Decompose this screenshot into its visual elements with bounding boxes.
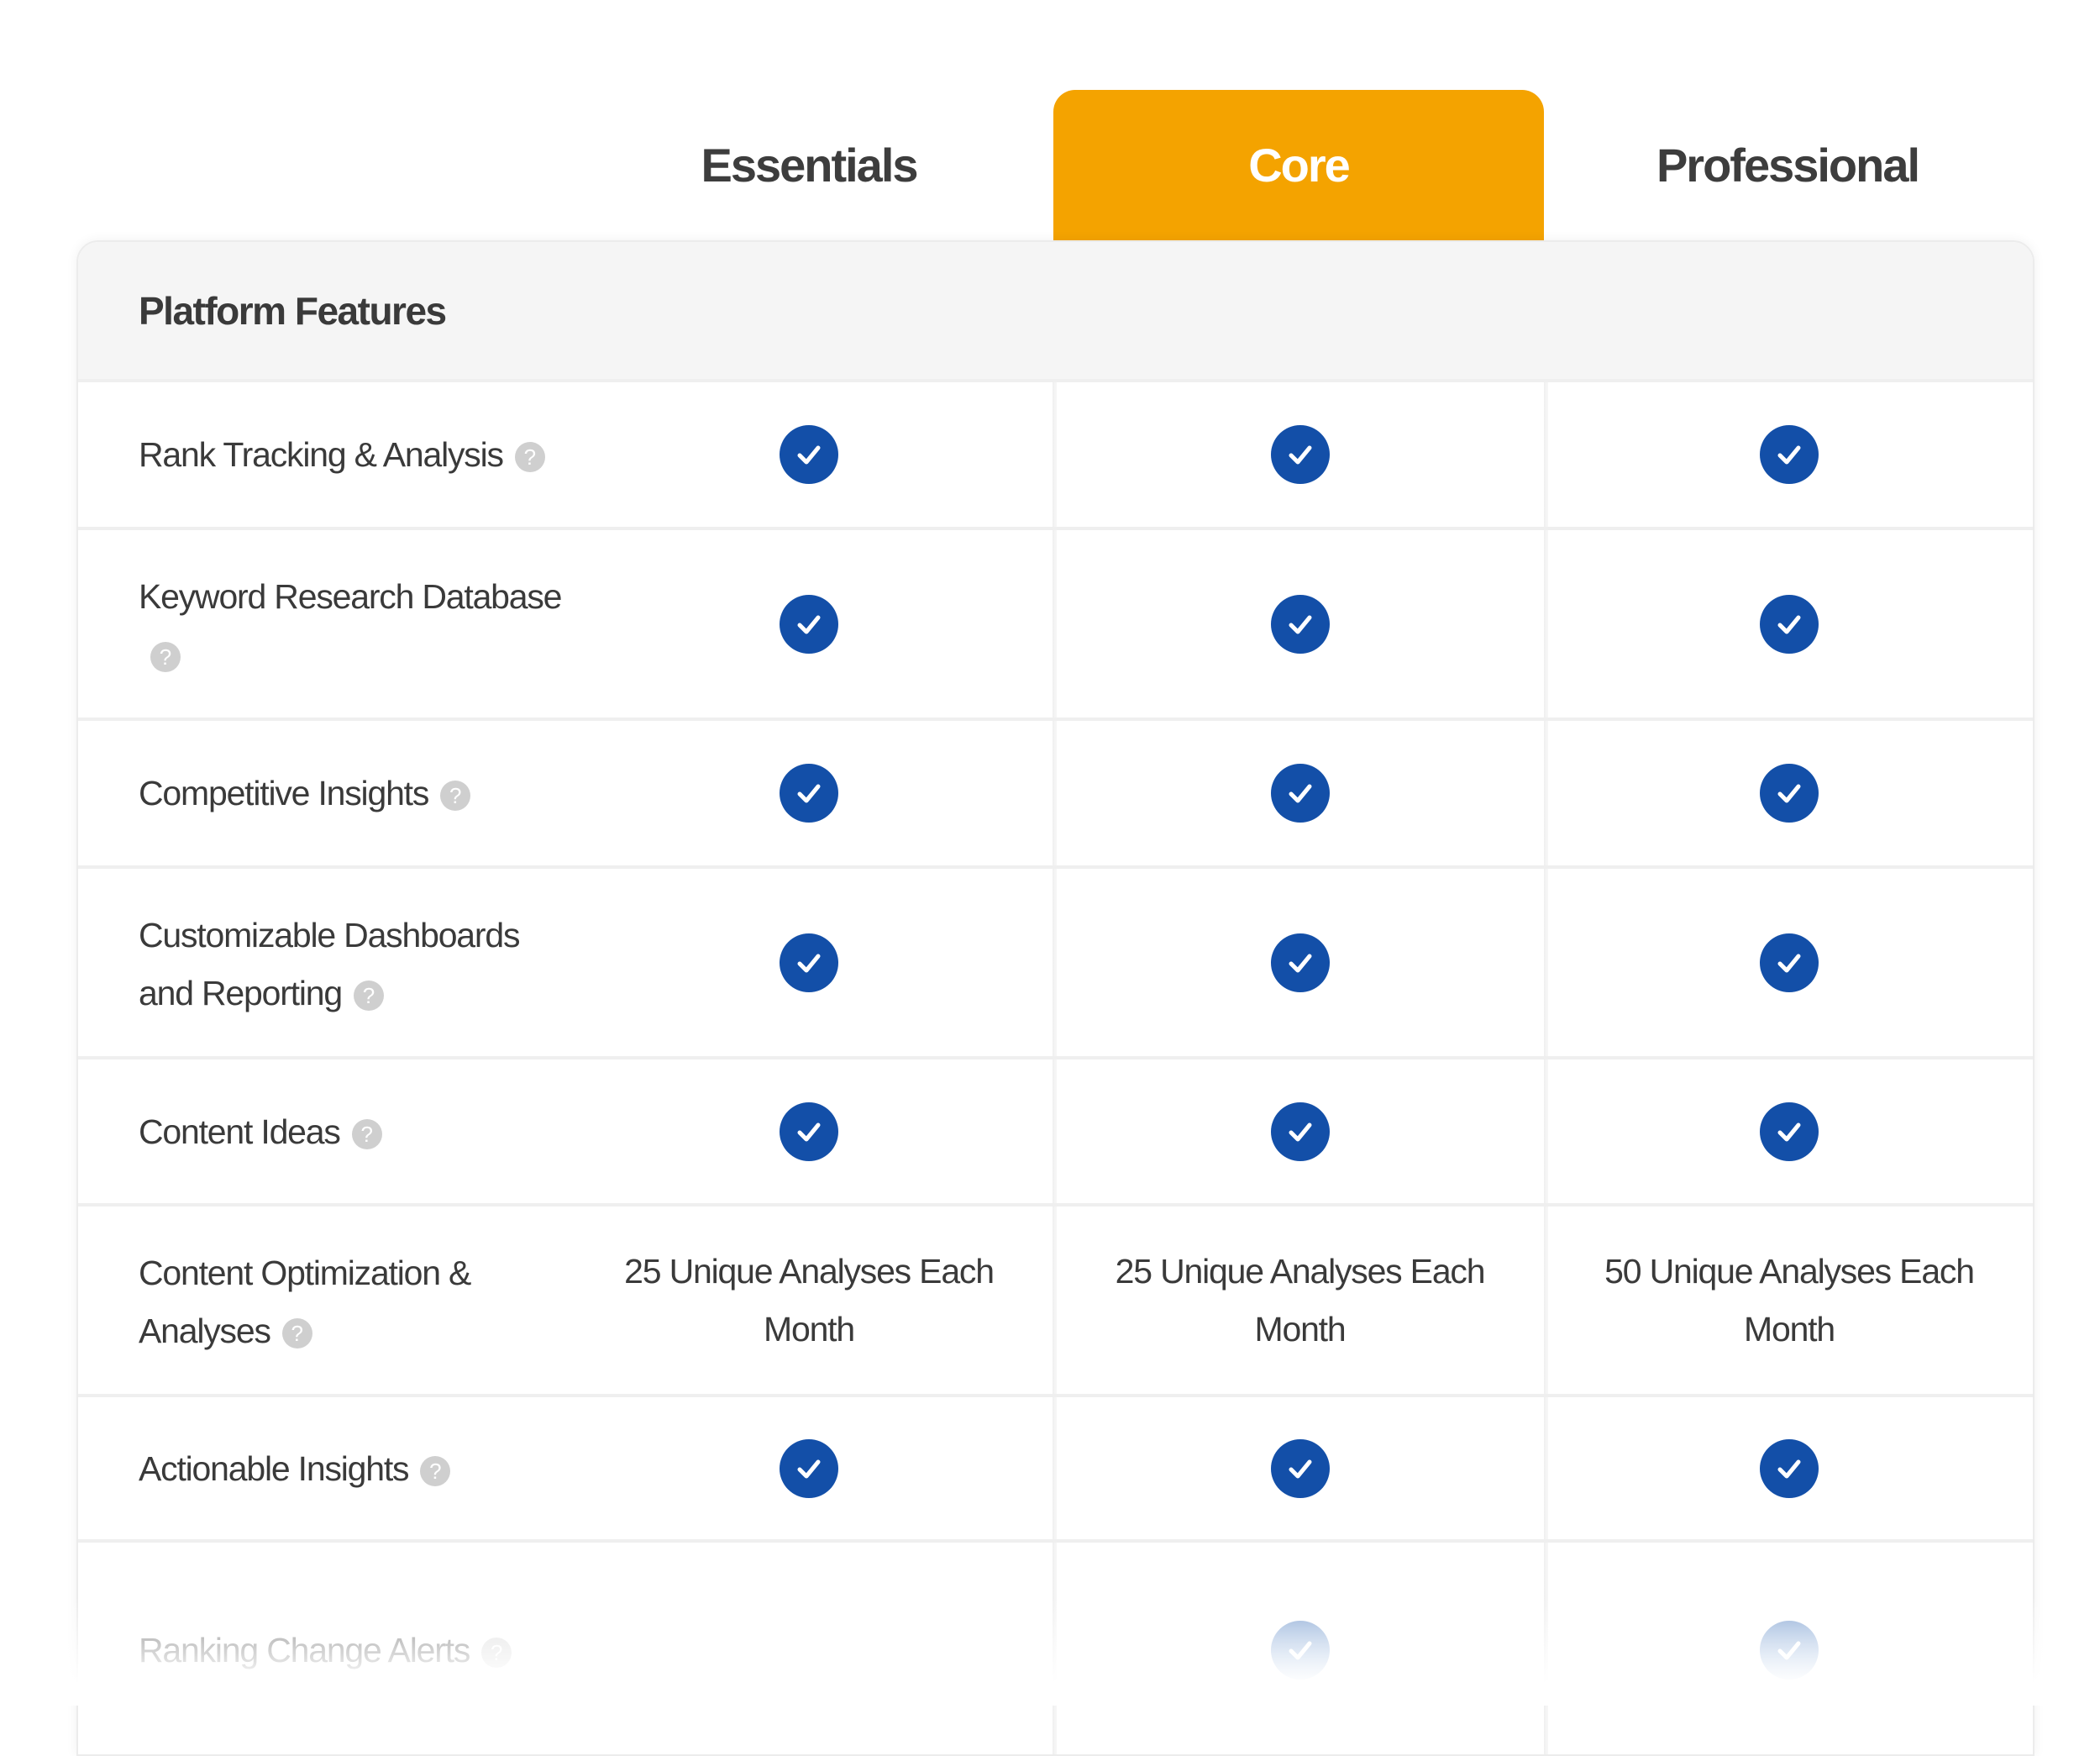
plan-header-professional: Professional bbox=[1656, 139, 1920, 192]
check-icon bbox=[1270, 764, 1330, 823]
bottom-fade bbox=[0, 1596, 2100, 1706]
plan-cell-professional bbox=[1546, 382, 2033, 527]
check-icon bbox=[1270, 933, 1330, 992]
plan-cell-essentials bbox=[565, 530, 1053, 718]
feature-comparison-table: Platform Features Rank Tracking & Analys… bbox=[76, 240, 2034, 1756]
check-icon bbox=[1270, 594, 1330, 654]
feature-row: Actionable Insights? bbox=[78, 1397, 2033, 1543]
help-icon[interactable]: ? bbox=[281, 1317, 312, 1349]
feature-label: Content Optimization & Analyses? bbox=[139, 1244, 500, 1360]
feature-label-text: Keyword Research Database bbox=[139, 576, 562, 616]
plan-cell-essentials bbox=[565, 1059, 1053, 1203]
check-icon bbox=[780, 594, 838, 654]
plan-cell-professional bbox=[1546, 1397, 2033, 1539]
feature-row: Content Ideas? bbox=[78, 1059, 2033, 1207]
feature-label-text: Content Ideas bbox=[139, 1112, 341, 1151]
check-icon bbox=[780, 933, 838, 992]
check-icon bbox=[780, 1101, 838, 1161]
check-icon bbox=[1760, 425, 1819, 484]
check-icon bbox=[780, 764, 838, 823]
plan-value-text: 50 Unique Analyses Each Month bbox=[1604, 1251, 1975, 1349]
feature-label-text: Rank Tracking & Analysis bbox=[139, 435, 504, 474]
plan-cell-core bbox=[1054, 869, 1546, 1056]
feature-label-text: Actionable Insights bbox=[139, 1448, 410, 1488]
plan-value-text: 25 Unique Analyses Each Month bbox=[1115, 1251, 1486, 1349]
plan-cell-core bbox=[1054, 1059, 1546, 1203]
feature-label: Competitive Insights? bbox=[139, 765, 575, 823]
feature-label: Rank Tracking & Analysis? bbox=[139, 426, 575, 484]
section-header-row: Platform Features bbox=[78, 242, 2033, 382]
feature-row: Competitive Insights? bbox=[78, 721, 2033, 869]
plan-cell-core bbox=[1054, 1397, 1546, 1539]
plan-value-text: 25 Unique Analyses Each Month bbox=[624, 1251, 995, 1349]
check-icon bbox=[780, 425, 838, 484]
feature-row: Content Optimization & Analyses? 25 Uniqu… bbox=[78, 1207, 2033, 1397]
check-icon bbox=[1270, 1438, 1330, 1498]
feature-row: Customizable Dashboards and Reporting? bbox=[78, 869, 2033, 1059]
feature-row: Keyword Research Database? bbox=[78, 530, 2033, 721]
help-icon[interactable]: ? bbox=[440, 781, 471, 812]
plan-cell-essentials bbox=[565, 869, 1053, 1056]
plan-cell-professional bbox=[1546, 721, 2033, 865]
help-icon[interactable]: ? bbox=[353, 980, 384, 1011]
plan-cell-professional: 50 Unique Analyses Each Month bbox=[1546, 1207, 2033, 1394]
check-icon bbox=[1760, 1438, 1819, 1498]
help-icon[interactable]: ? bbox=[514, 442, 545, 473]
plan-cell-professional bbox=[1546, 530, 2033, 718]
check-icon bbox=[1760, 933, 1819, 992]
plan-cell-professional bbox=[1546, 869, 2033, 1056]
feature-row: Rank Tracking & Analysis? bbox=[78, 382, 2033, 530]
feature-label-text: Customizable Dashboards and Reporting bbox=[139, 915, 520, 1012]
check-icon bbox=[1760, 1101, 1819, 1161]
check-icon bbox=[1760, 764, 1819, 823]
feature-label-text: Competitive Insights bbox=[139, 774, 429, 812]
plan-cell-core bbox=[1054, 382, 1546, 527]
help-icon[interactable]: ? bbox=[351, 1118, 382, 1149]
plan-cell-essentials: 25 Unique Analyses Each Month bbox=[565, 1207, 1053, 1394]
help-icon[interactable]: ? bbox=[420, 1455, 451, 1486]
section-title: Platform Features bbox=[139, 289, 447, 333]
plan-cell-core: 25 Unique Analyses Each Month bbox=[1054, 1207, 1546, 1394]
plan-cell-essentials bbox=[565, 1397, 1053, 1539]
plan-cell-essentials bbox=[565, 382, 1053, 527]
plan-header-essentials: Essentials bbox=[701, 139, 918, 192]
check-icon bbox=[1270, 425, 1330, 484]
feature-label: Content Ideas? bbox=[139, 1103, 575, 1161]
check-icon bbox=[1270, 1101, 1330, 1161]
feature-label: Keyword Research Database? bbox=[139, 568, 575, 684]
help-icon[interactable]: ? bbox=[150, 641, 181, 672]
plan-cell-essentials bbox=[565, 721, 1053, 865]
feature-label: Actionable Insights? bbox=[139, 1440, 575, 1498]
plan-cell-professional bbox=[1546, 1059, 2033, 1203]
plan-header-core: Core bbox=[1053, 90, 1544, 240]
plan-cell-core bbox=[1054, 530, 1546, 718]
feature-label: Customizable Dashboards and Reporting? bbox=[139, 907, 525, 1023]
plan-cell-core bbox=[1054, 721, 1546, 865]
check-icon bbox=[1760, 594, 1819, 654]
check-icon bbox=[780, 1438, 838, 1498]
